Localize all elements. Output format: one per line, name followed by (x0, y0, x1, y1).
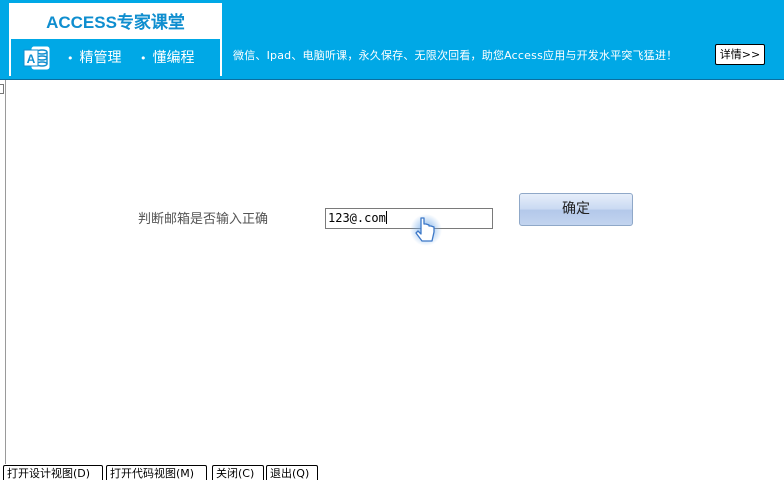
confirm-button[interactable]: 确定 (519, 193, 633, 226)
form-window: ACCESS专家课堂 A • 精管理 • 懂编程 微信、Ipad、电脑听课，永久保存… (0, 0, 784, 480)
logo-slogan-bar: A • 精管理 • 懂编程 (11, 39, 220, 76)
email-check-label: 判断邮箱是否输入正确 (138, 212, 269, 227)
open-design-view-button[interactable]: 打开设计视图(D) (3, 465, 103, 480)
text-caret (385, 211, 387, 224)
details-button[interactable]: 详情>> (715, 44, 765, 65)
logo-box[interactable]: ACCESS专家课堂 A • 精管理 • 懂编程 (9, 3, 222, 76)
svg-text:A: A (27, 52, 36, 66)
close-button[interactable]: 关闭(C) (212, 465, 264, 480)
open-code-view-button[interactable]: 打开代码视图(M) (106, 465, 207, 480)
slogan-item-manage: • 精管理 (67, 50, 122, 66)
access-icon: A (23, 46, 50, 70)
slogan-item-program: • 懂编程 (140, 50, 195, 66)
logo-title: ACCESS专家课堂 (11, 5, 220, 39)
record-selector-edge (0, 80, 6, 464)
email-input-value: 123@.com (328, 211, 386, 225)
promo-banner: ACCESS专家课堂 A • 精管理 • 懂编程 微信、Ipad、电脑听课，永久保存… (0, 0, 784, 80)
record-selector-marker (0, 84, 4, 94)
banner-tagline: 微信、Ipad、电脑听课，永久保存、无限次回看，助您Access应用与开发水平突… (233, 49, 678, 62)
hand-pointer-icon (410, 214, 442, 246)
exit-button[interactable]: 退出(Q) (266, 465, 318, 480)
